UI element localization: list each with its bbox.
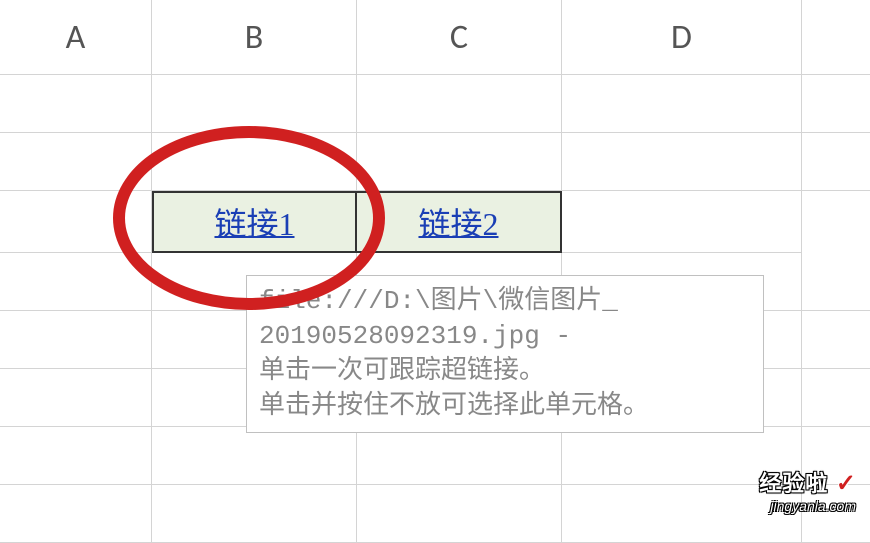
cell-C1[interactable] [357, 75, 562, 132]
cell-D2[interactable] [562, 133, 802, 190]
cell-A6[interactable] [0, 369, 152, 426]
link2-text: 链接2 [418, 199, 498, 245]
cell-A7[interactable] [0, 427, 152, 484]
cell-C3-link2[interactable]: 链接2 [357, 191, 562, 253]
row-3: 链接1 链接2 [0, 191, 870, 253]
cell-C2[interactable] [357, 133, 562, 190]
column-header-B[interactable]: B [152, 0, 357, 74]
row-2 [0, 133, 870, 191]
cell-B3-link1[interactable]: 链接1 [152, 191, 357, 253]
cell-C7[interactable] [357, 427, 562, 484]
column-header-A[interactable]: A [0, 0, 152, 74]
link1-text: 链接1 [214, 199, 294, 245]
cell-A1[interactable] [0, 75, 152, 132]
tooltip-line1: file:///D:\图片\微信图片_ [259, 284, 751, 319]
cell-B7[interactable] [152, 427, 357, 484]
cell-A5[interactable] [0, 311, 152, 368]
column-header-C[interactable]: C [357, 0, 562, 74]
column-header-D[interactable]: D [562, 0, 802, 74]
cell-B8[interactable] [152, 485, 357, 542]
cell-D1[interactable] [562, 75, 802, 132]
hyperlink-tooltip: file:///D:\图片\微信图片_ 20190528092319.jpg -… [246, 275, 764, 433]
cell-A4[interactable] [0, 253, 152, 310]
row-1 [0, 75, 870, 133]
cell-D3[interactable] [562, 191, 802, 253]
column-header-row: A B C D [0, 0, 870, 75]
cell-A3[interactable] [0, 191, 152, 253]
cell-B2[interactable] [152, 133, 357, 190]
cell-D7[interactable] [562, 427, 802, 484]
cell-D8[interactable] [562, 485, 802, 542]
row-7 [0, 427, 870, 485]
cell-A8[interactable] [0, 485, 152, 542]
tooltip-line4: 单击并按住不放可选择此单元格。 [259, 389, 751, 424]
spreadsheet-grid: A B C D 链接1 链接2 [0, 0, 870, 524]
cell-C8[interactable] [357, 485, 562, 542]
row-8 [0, 485, 870, 543]
tooltip-line2: 20190528092319.jpg - [259, 319, 751, 354]
cell-A2[interactable] [0, 133, 152, 190]
tooltip-line3: 单击一次可跟踪超链接。 [259, 354, 751, 389]
cell-B1[interactable] [152, 75, 357, 132]
